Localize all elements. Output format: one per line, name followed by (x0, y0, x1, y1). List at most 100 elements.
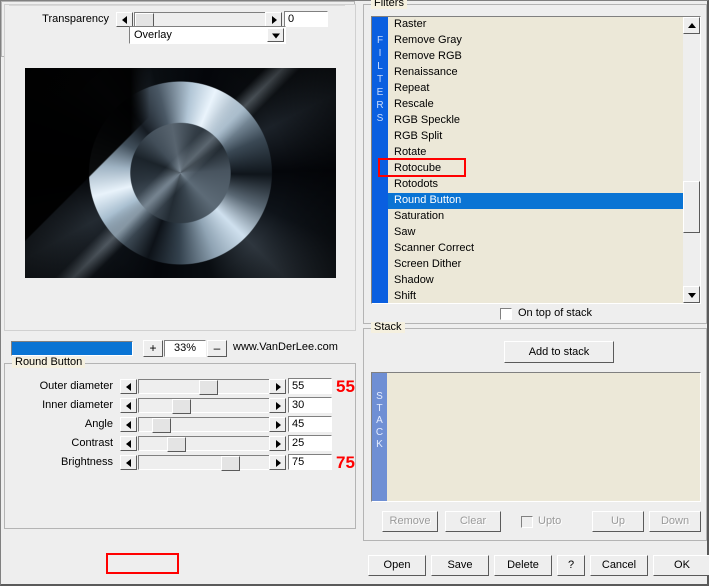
save-button[interactable]: Save (431, 555, 489, 576)
transparency-value-field[interactable]: 0 (284, 11, 328, 27)
slider-decrement-button[interactable] (120, 436, 137, 451)
round-button-preview-image[interactable] (25, 68, 336, 278)
ok-button[interactable]: OK (653, 555, 709, 576)
blend-mode-selected-value: Overlay (134, 29, 172, 41)
sidebar-letter: R (372, 99, 388, 112)
filter-list-item[interactable]: RGB Speckle (388, 113, 683, 129)
sidebar-letter: I (372, 47, 388, 60)
slider-value-field[interactable]: 25 (288, 435, 332, 451)
remove-button[interactable]: Remove (382, 511, 438, 532)
sidebar-letter: S (372, 391, 387, 403)
slider-track[interactable] (138, 455, 270, 470)
slider-row: Angle 45 (5, 416, 355, 435)
sidebar-letter: E (372, 86, 388, 99)
sidebar-letter: S (372, 112, 388, 125)
slider-label: Contrast (5, 435, 113, 452)
slider-increment-button[interactable] (269, 398, 286, 413)
upto-label: Upto (538, 515, 561, 527)
slider-increment-button[interactable] (269, 379, 286, 394)
filters-group: Filters FILTERS RasterRemove GrayRemove … (363, 4, 707, 324)
zoom-in-button[interactable]: + (143, 340, 163, 357)
sidebar-letter: T (372, 403, 387, 415)
slider-thumb[interactable] (199, 380, 218, 395)
on-top-of-stack-checkbox[interactable] (500, 308, 512, 320)
cancel-button[interactable]: Cancel (590, 555, 648, 576)
slider-increment-button[interactable] (269, 436, 286, 451)
filter-list-item[interactable]: Raster (388, 17, 683, 33)
divider (9, 5, 345, 6)
add-to-stack-button[interactable]: Add to stack (504, 341, 614, 363)
annotation-value: 55 (336, 378, 355, 395)
filters-scrollbar[interactable] (683, 17, 700, 303)
filter-list-item[interactable]: Renaissance (388, 65, 683, 81)
stack-listbox[interactable]: STACK (371, 372, 701, 502)
transparency-decrement-button[interactable] (116, 12, 133, 27)
filter-list-item[interactable]: Remove Gray (388, 33, 683, 49)
filter-list-item[interactable]: Repeat (388, 81, 683, 97)
blend-mode-dropdown[interactable]: Overlay (129, 26, 286, 44)
on-top-of-stack-label: On top of stack (518, 307, 592, 319)
scrollbar-thumb[interactable] (683, 181, 700, 233)
filter-list-item[interactable]: Rotodots (388, 177, 683, 193)
slider-increment-button[interactable] (269, 455, 286, 470)
slider-row: Contrast 25 (5, 435, 355, 454)
filter-list-item[interactable]: Screen Dither (388, 257, 683, 273)
round-button-parameters-group: Round Button Outer diameter5555Inner dia… (4, 363, 356, 529)
slider-track[interactable] (138, 417, 270, 432)
annotation-value: 75 (336, 454, 355, 471)
zoom-level-value: 33% (164, 340, 206, 357)
open-button[interactable]: Open (368, 555, 426, 576)
slider-track[interactable] (138, 379, 270, 394)
filters-listbox[interactable]: FILTERS RasterRemove GrayRemove RGBRenai… (371, 16, 701, 304)
filter-list-item[interactable]: Rescale (388, 97, 683, 113)
slider-increment-button[interactable] (269, 417, 286, 432)
move-down-button[interactable]: Down (649, 511, 701, 532)
slider-value-field[interactable]: 55 (288, 378, 332, 394)
move-up-button[interactable]: Up (592, 511, 644, 532)
slider-decrement-button[interactable] (120, 417, 137, 432)
slider-label: Angle (5, 416, 113, 433)
slider-decrement-button[interactable] (120, 379, 137, 394)
transparency-slider-track[interactable] (134, 12, 266, 27)
zoom-out-button[interactable]: – (207, 340, 227, 357)
filter-list-item[interactable]: Shift (388, 289, 683, 304)
slider-value-field[interactable]: 75 (288, 454, 332, 470)
help-button[interactable]: ? (557, 555, 585, 576)
slider-track[interactable] (138, 398, 270, 413)
upto-checkbox[interactable] (521, 516, 533, 528)
slider-value-field[interactable]: 30 (288, 397, 332, 413)
slider-thumb[interactable] (152, 418, 171, 433)
delete-button[interactable]: Delete (494, 555, 552, 576)
filter-list-item[interactable]: Rotate (388, 145, 683, 161)
clear-button[interactable]: Clear (445, 511, 501, 532)
transparency-label: Transparency (1, 11, 109, 28)
stack-group-title: Stack (371, 322, 405, 333)
slider-decrement-button[interactable] (120, 398, 137, 413)
chevron-down-icon[interactable] (267, 28, 284, 42)
scroll-down-icon[interactable] (683, 286, 700, 303)
filters-item-list[interactable]: RasterRemove GrayRemove RGBRenaissanceRe… (388, 17, 683, 303)
filter-list-item[interactable]: Round Button (388, 193, 683, 209)
scroll-up-icon[interactable] (683, 17, 700, 34)
transparency-increment-button[interactable] (265, 12, 282, 27)
filter-list-item[interactable]: Remove RGB (388, 49, 683, 65)
slider-value-field[interactable]: 45 (288, 416, 332, 432)
slider-decrement-button[interactable] (120, 455, 137, 470)
dialog-button-bar: OpenSaveDelete?CancelOK (363, 549, 707, 581)
filter-list-item[interactable]: Rotocube (388, 161, 683, 177)
filter-list-item[interactable]: Shadow (388, 273, 683, 289)
sidebar-letter: C (372, 427, 387, 439)
slider-track[interactable] (138, 436, 270, 451)
sidebar-letter: K (372, 439, 387, 451)
filter-list-item[interactable]: Scanner Correct (388, 241, 683, 257)
slider-thumb[interactable] (172, 399, 191, 414)
vendor-website-label[interactable]: www.VanDerLee.com (233, 341, 338, 353)
filter-list-item[interactable]: Saturation (388, 209, 683, 225)
filter-list-item[interactable]: RGB Split (388, 129, 683, 145)
slider-thumb[interactable] (167, 437, 186, 452)
filters-group-title: Filters (371, 0, 407, 9)
filter-list-item[interactable]: Saw (388, 225, 683, 241)
zoom-progress-bar[interactable] (11, 341, 133, 356)
slider-thumb[interactable] (221, 456, 240, 471)
sidebar-letter: T (372, 73, 388, 86)
